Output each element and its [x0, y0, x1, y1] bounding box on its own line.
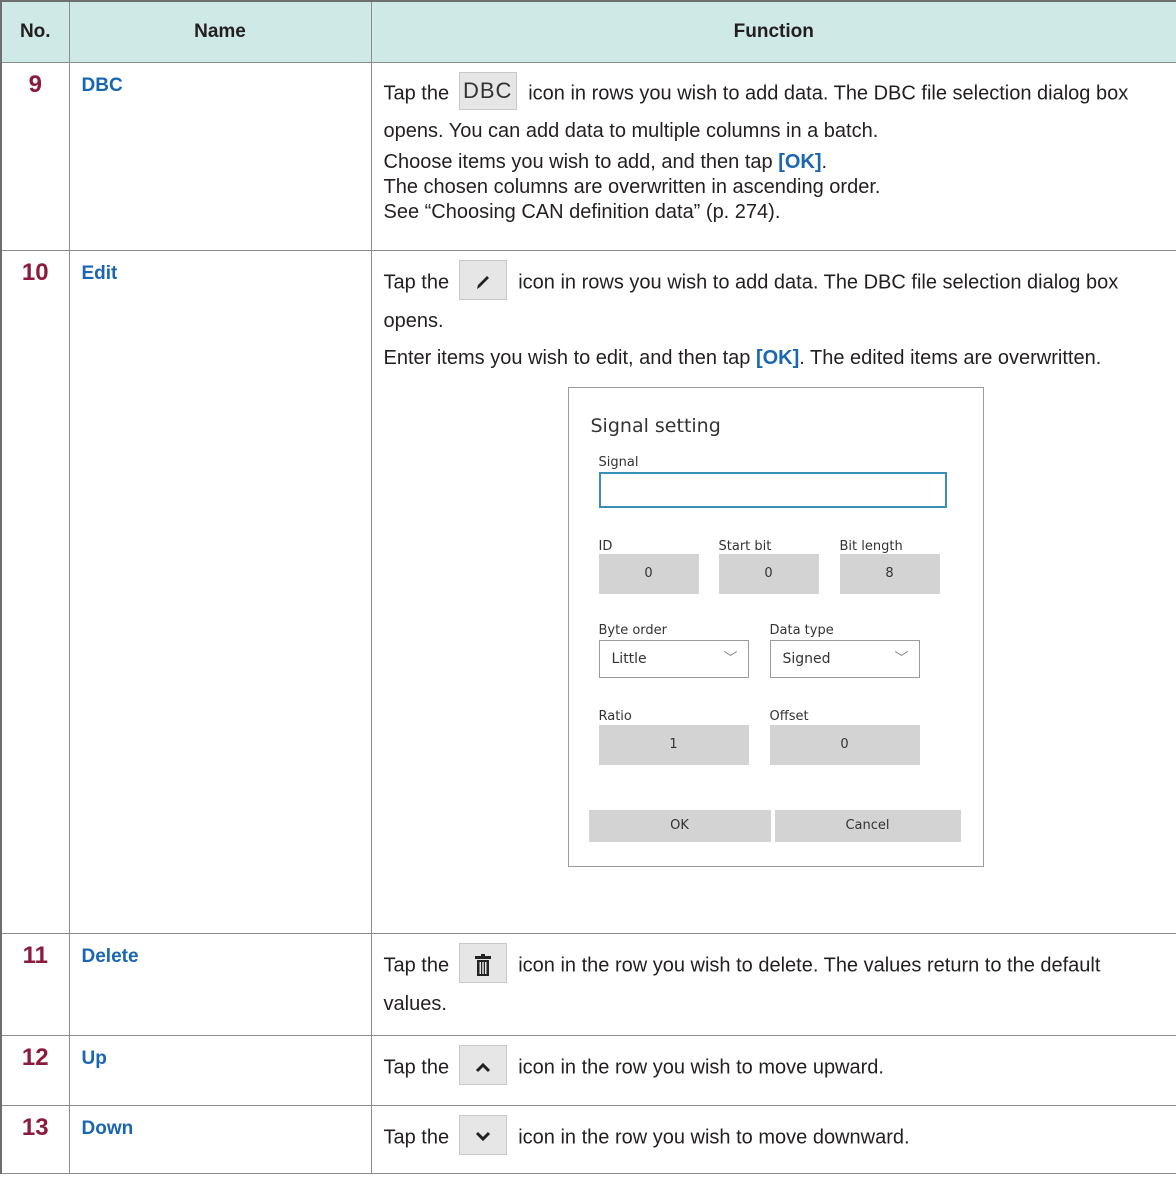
signal-setting-dialog: Signal setting Signal ID Start bit Bit l…	[567, 387, 984, 867]
dbc-icon: DBC	[458, 72, 517, 110]
function-text: .	[821, 151, 828, 173]
byte-order-value: Little	[611, 651, 647, 667]
row-number: 11	[0, 933, 70, 1036]
data-type-select[interactable]: Signed ﹀	[769, 640, 920, 678]
function-text: Tap the	[383, 954, 450, 977]
id-field[interactable]: 0	[598, 554, 699, 594]
row-name: Up	[68, 1035, 372, 1106]
data-type-value: Signed	[782, 651, 831, 667]
row-function: Tap the icon in the row you wish to dele…	[370, 933, 1176, 1036]
table-row-dbc: 9 DBC Tap the DBC icon in rows you wish …	[0, 62, 1176, 251]
row-name: Delete	[68, 933, 372, 1036]
header-function: Function	[370, 0, 1176, 63]
ratio-field[interactable]: 1	[598, 725, 749, 765]
chevron-up-icon	[458, 1045, 507, 1085]
row-number: 9	[0, 62, 70, 251]
chevron-down-icon: ﹀	[723, 651, 738, 667]
table-row-up: 12 Up Tap the icon in the row you wish t…	[0, 1035, 1176, 1106]
row-name: Down	[68, 1105, 372, 1174]
start-bit-field[interactable]: 0	[718, 554, 819, 594]
function-text: Tap the	[383, 1126, 450, 1149]
row-function: Tap the icon in rows you wish to add dat…	[370, 250, 1176, 934]
row-name: Edit	[68, 250, 372, 934]
row-name: DBC	[68, 62, 372, 251]
chevron-down-icon	[458, 1115, 507, 1155]
ok-reference: [OK]	[755, 347, 800, 369]
table-row-down: 13 Down Tap the icon in the row you wish…	[0, 1105, 1176, 1174]
function-text: Tap the	[383, 1056, 450, 1079]
bit-length-field[interactable]: 8	[839, 554, 940, 594]
function-text: The chosen columns are overwritten in as…	[383, 176, 881, 198]
cancel-button[interactable]: Cancel	[774, 810, 961, 842]
row-function: Tap the icon in the row you wish to move…	[370, 1035, 1176, 1106]
row-number: 12	[0, 1035, 70, 1106]
function-text: Enter items you wish to edit, and then t…	[383, 347, 756, 369]
row-number: 13	[0, 1105, 70, 1174]
function-text: Tap the	[383, 271, 450, 294]
function-text: See “Choosing CAN definition data” (p. 2…	[383, 201, 781, 223]
ok-reference: [OK]	[778, 151, 822, 173]
pencil-icon	[458, 260, 507, 300]
header-name: Name	[68, 0, 372, 63]
function-table: No. Name Function 9 DBC Tap the DBC icon…	[0, 0, 1176, 1174]
table-row-delete: 11 Delete Tap the icon in the row you wi…	[0, 933, 1176, 1036]
row-number: 10	[0, 250, 70, 934]
trash-icon	[458, 943, 507, 983]
offset-field[interactable]: 0	[769, 725, 920, 765]
function-text: icon in the row you wish to move upward.	[518, 1056, 884, 1079]
header-no: No.	[0, 0, 70, 63]
function-text: Choose items you wish to add, and then t…	[383, 151, 779, 173]
function-text: . The edited items are overwritten.	[799, 347, 1102, 369]
header-row: No. Name Function	[0, 0, 1176, 63]
function-text: Tap the	[383, 82, 450, 105]
row-function: Tap the DBC icon in rows you wish to add…	[370, 62, 1176, 251]
function-text: icon in the row you wish to move downwar…	[518, 1126, 910, 1149]
dialog-title: Signal setting	[590, 415, 721, 437]
signal-input[interactable]	[598, 472, 947, 508]
row-function: Tap the icon in the row you wish to move…	[370, 1105, 1176, 1174]
byte-order-select[interactable]: Little ﹀	[598, 640, 749, 678]
ok-button[interactable]: OK	[588, 810, 771, 842]
table-row-edit: 10 Edit Tap the icon in rows you wish to…	[0, 250, 1176, 934]
chevron-down-icon: ﹀	[894, 651, 909, 667]
